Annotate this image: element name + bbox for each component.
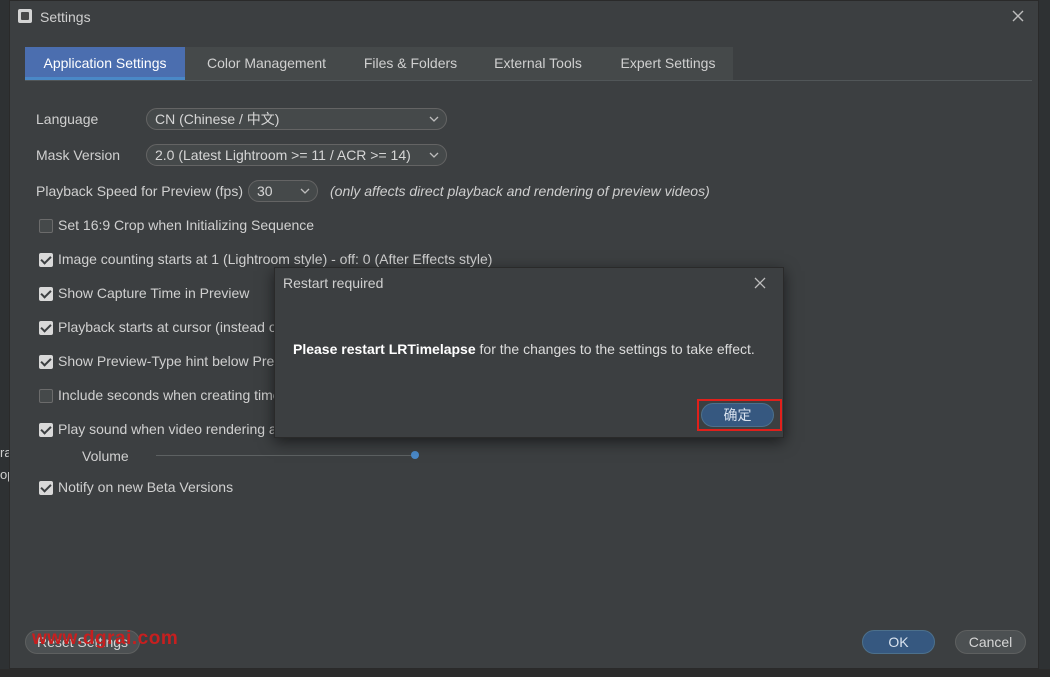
cancel-button[interactable]: Cancel [955, 630, 1026, 654]
volume-label: Volume [82, 448, 129, 464]
checkbox[interactable] [39, 287, 53, 301]
mask-version-value: 2.0 (Latest Lightroom >= 11 / ACR >= 14) [155, 147, 411, 163]
playback-speed-label: Playback Speed for Preview (fps) [36, 183, 243, 199]
window-title: Settings [40, 9, 91, 25]
checkbox-label: Set 16:9 Crop when Initializing Sequence [58, 217, 315, 233]
close-icon[interactable] [1008, 6, 1028, 26]
dialog-message: Please restart LRTimelapse for the chang… [293, 341, 755, 357]
checkbox[interactable] [39, 355, 53, 369]
volume-slider-track[interactable] [156, 455, 416, 456]
dialog-message-bold: Please restart LRTimelapse [293, 341, 476, 357]
playback-speed-note: (only affects direct playback and render… [330, 183, 710, 199]
checkbox-label: Playback starts at cursor (instead o [58, 319, 277, 335]
tab-color-management[interactable]: Color Management [185, 47, 348, 80]
language-value: CN (Chinese / 中文) [155, 111, 280, 127]
dialog-confirm-button[interactable]: 确定 [701, 403, 774, 427]
checkbox-label: Show Preview-Type hint below Prev [58, 353, 282, 369]
mask-version-label: Mask Version [36, 147, 121, 163]
tab-divider [25, 80, 1032, 81]
title-bar: Settings [10, 1, 1038, 33]
checkbox[interactable] [39, 481, 53, 495]
app-icon [18, 9, 32, 23]
language-select[interactable]: CN (Chinese / 中文) [146, 108, 447, 130]
ok-button[interactable]: OK [862, 630, 935, 654]
tab-external-tools[interactable]: External Tools [473, 47, 603, 80]
playback-speed-select[interactable]: 30 [248, 180, 318, 202]
dialog-title: Restart required [283, 275, 384, 291]
chevron-down-icon [429, 116, 439, 122]
chevron-down-icon [429, 152, 439, 158]
mask-version-select[interactable]: 2.0 (Latest Lightroom >= 11 / ACR >= 14) [146, 144, 447, 166]
tab-bar: Application Settings Color Management Fi… [25, 47, 733, 80]
checkbox-label: Include seconds when creating time [58, 387, 281, 403]
checkbox-label: Notify on new Beta Versions [58, 479, 234, 495]
tab-files-folders[interactable]: Files & Folders [348, 47, 473, 80]
checkbox[interactable] [39, 219, 53, 233]
checkbox[interactable] [39, 321, 53, 335]
checkbox-label: Play sound when video rendering a [58, 421, 277, 437]
language-label: Language [36, 111, 99, 127]
checkbox[interactable] [39, 423, 53, 437]
checkbox[interactable] [39, 253, 53, 267]
tab-expert-settings[interactable]: Expert Settings [603, 47, 733, 80]
tab-application-settings[interactable]: Application Settings [25, 47, 185, 80]
checkbox[interactable] [39, 389, 53, 403]
watermark: www.dgrai.com [32, 628, 179, 649]
volume-slider-handle[interactable] [411, 451, 419, 459]
dialog-message-rest: for the changes to the settings to take … [475, 341, 755, 357]
restart-required-dialog: Restart required Please restart LRTimela… [274, 267, 784, 438]
background-window-edge [0, 669, 1050, 677]
background-window-edge [1039, 0, 1050, 677]
checkbox-label: Show Capture Time in Preview [58, 285, 250, 301]
checkbox-label: Image counting starts at 1 (Lightroom st… [58, 251, 493, 267]
playback-speed-value: 30 [257, 183, 273, 199]
background-window-edge [0, 0, 9, 677]
chevron-down-icon [300, 188, 310, 194]
close-icon[interactable] [751, 273, 769, 294]
